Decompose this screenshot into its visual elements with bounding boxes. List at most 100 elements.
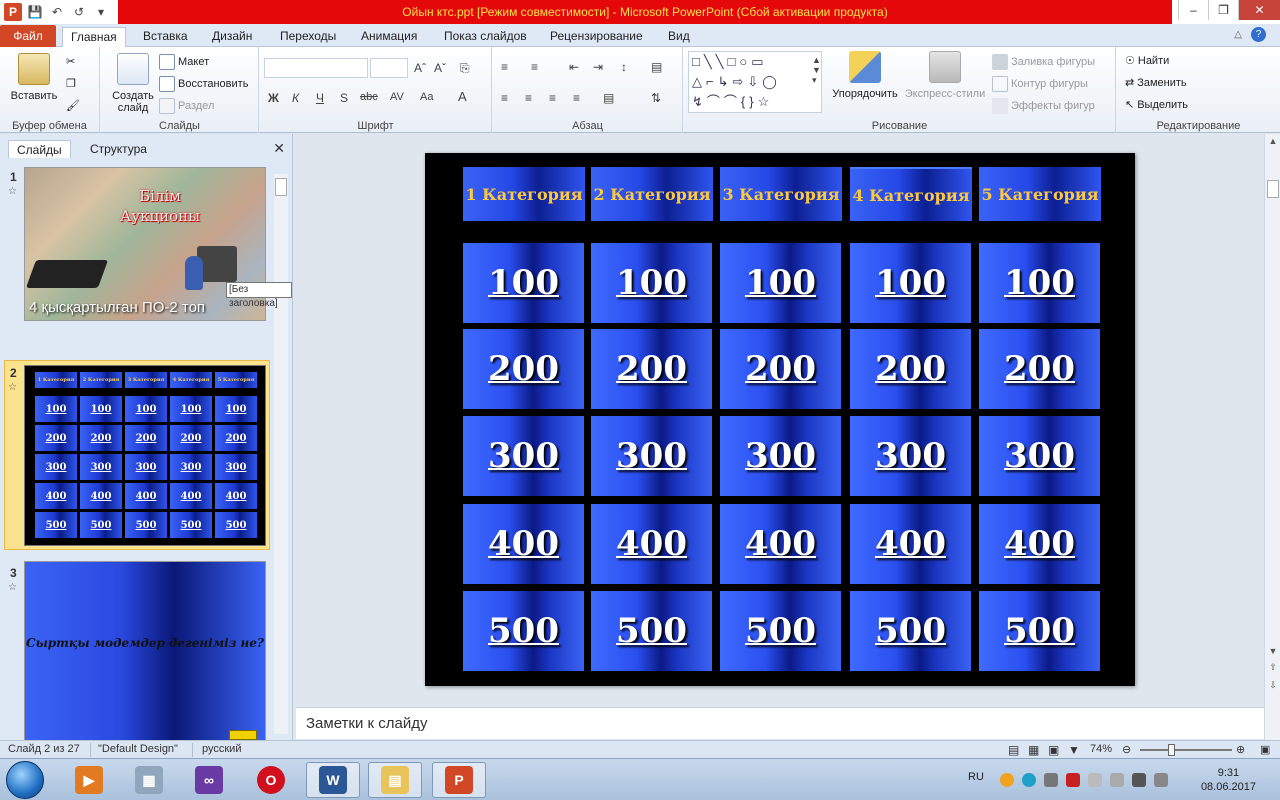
fit-to-window-icon[interactable]: ▣ bbox=[1260, 743, 1270, 756]
next-slide-icon[interactable]: ⇩ bbox=[1267, 680, 1279, 691]
bullets-icon[interactable]: ≡ bbox=[501, 60, 508, 74]
collapse-ribbon-icon[interactable]: △ bbox=[1234, 29, 1242, 40]
scrollbar-thumb[interactable] bbox=[275, 178, 287, 196]
change-case-icon[interactable]: Aa bbox=[420, 91, 433, 103]
question-cell[interactable]: 100 bbox=[850, 243, 971, 323]
tab-outline[interactable]: Структура bbox=[82, 140, 155, 158]
slide[interactable]: 1 Категория 2 Категория 3 Категория 4 Катег… bbox=[425, 153, 1135, 686]
taskbar-media-player[interactable]: ▶ bbox=[62, 762, 116, 798]
question-cell[interactable]: 500 bbox=[591, 591, 712, 671]
numbering-icon[interactable]: ≡ bbox=[531, 60, 538, 74]
tab-file[interactable]: Файл bbox=[0, 25, 56, 47]
align-left-icon[interactable]: ≡ bbox=[501, 91, 508, 105]
redo-icon[interactable]: ↺ bbox=[70, 3, 88, 21]
format-painter-icon[interactable]: 🖌 bbox=[66, 99, 80, 112]
tab-design[interactable]: Дизайн bbox=[212, 27, 252, 47]
close-button[interactable]: ✕ bbox=[1238, 0, 1280, 20]
replace-button[interactable]: ⇄ Заменить bbox=[1125, 76, 1187, 90]
thumbnails-scrollbar[interactable] bbox=[274, 174, 288, 734]
zoom-in-icon[interactable]: ⊕ bbox=[1236, 743, 1245, 756]
tab-transitions[interactable]: Переходы bbox=[280, 27, 336, 47]
taskbar-visual-studio[interactable]: ∞ bbox=[182, 762, 236, 798]
question-cell[interactable]: 500 bbox=[463, 591, 584, 671]
question-cell[interactable]: 300 bbox=[979, 416, 1100, 496]
copy-icon[interactable]: ❐ bbox=[66, 77, 76, 90]
tab-view[interactable]: Вид bbox=[668, 27, 690, 47]
taskbar-powerpoint[interactable]: P bbox=[432, 762, 486, 798]
question-cell[interactable]: 100 bbox=[591, 243, 712, 323]
slide-thumbnail-3[interactable]: Сыртқы модемдер дегеніміз не? bbox=[24, 561, 266, 741]
category-header[interactable]: 5 Категория bbox=[979, 167, 1101, 221]
question-cell[interactable]: 200 bbox=[720, 329, 841, 409]
close-panel-icon[interactable]: ✕ bbox=[273, 140, 285, 157]
zoom-out-icon[interactable]: ⊖ bbox=[1122, 743, 1131, 756]
question-cell[interactable]: 300 bbox=[463, 416, 584, 496]
input-language[interactable]: RU bbox=[968, 771, 984, 783]
theme-name[interactable]: "Default Design" bbox=[98, 743, 178, 755]
question-cell[interactable]: 200 bbox=[591, 329, 712, 409]
undo-icon[interactable]: ↶ bbox=[48, 3, 66, 21]
tray-antivirus-icon[interactable] bbox=[1044, 773, 1058, 787]
select-button[interactable]: ↖ Выделить bbox=[1125, 98, 1188, 112]
shape-outline-button[interactable]: Контур фигуры bbox=[992, 76, 1088, 92]
increase-indent-icon[interactable]: ⇥ bbox=[593, 60, 603, 74]
taskbar-explorer[interactable]: ▤ bbox=[368, 762, 422, 798]
char-spacing-icon[interactable]: AV bbox=[390, 91, 404, 103]
underline-icon[interactable]: Ч bbox=[316, 91, 324, 105]
slideshow-icon[interactable]: ▼ bbox=[1068, 743, 1080, 757]
layout-button[interactable]: Макет bbox=[159, 54, 209, 70]
quick-styles-button[interactable]: Экспресс-стили bbox=[904, 51, 986, 100]
tab-slideshow[interactable]: Показ слайдов bbox=[444, 27, 527, 47]
taskbar-opera[interactable]: O bbox=[244, 762, 298, 798]
font-size-field[interactable] bbox=[370, 58, 408, 78]
question-cell[interactable]: 500 bbox=[720, 591, 841, 671]
zoom-slider-knob[interactable] bbox=[1168, 744, 1175, 756]
question-cell[interactable]: 200 bbox=[463, 329, 584, 409]
decrease-indent-icon[interactable]: ⇤ bbox=[569, 60, 579, 74]
scrollbar-thumb[interactable] bbox=[1267, 180, 1279, 198]
category-header[interactable]: 1 Категория bbox=[463, 167, 585, 221]
columns-icon[interactable]: ▤ bbox=[651, 60, 662, 74]
notes-pane[interactable]: Заметки к слайду bbox=[296, 707, 1264, 739]
question-cell[interactable]: 100 bbox=[979, 243, 1100, 323]
paste-button[interactable]: Вставить bbox=[8, 53, 60, 102]
tray-flag-icon[interactable] bbox=[1110, 773, 1124, 787]
language-indicator[interactable]: русский bbox=[202, 743, 241, 755]
canvas-scrollbar[interactable]: ▲ ▼ ⇧ ⇩ bbox=[1264, 134, 1280, 740]
question-cell[interactable]: 100 bbox=[463, 243, 584, 323]
tab-slides[interactable]: Слайды bbox=[8, 140, 71, 158]
category-header[interactable]: 2 Категория bbox=[591, 167, 713, 221]
line-spacing-icon[interactable]: ↕ bbox=[621, 60, 627, 74]
clear-format-icon[interactable]: ⎘ bbox=[460, 61, 470, 76]
clock[interactable]: 9:31 08.06.2017 bbox=[1201, 766, 1256, 794]
scroll-up-icon[interactable]: ▲ bbox=[1267, 136, 1279, 146]
question-cell[interactable]: 500 bbox=[979, 591, 1100, 671]
question-cell[interactable]: 500 bbox=[850, 591, 971, 671]
shape-fill-button[interactable]: Заливка фигуры bbox=[992, 54, 1095, 70]
category-header[interactable]: 4 Категория bbox=[850, 167, 972, 221]
shrink-font-icon[interactable]: Aˇ bbox=[434, 61, 446, 75]
tab-animations[interactable]: Анимация bbox=[361, 27, 417, 47]
grow-font-icon[interactable]: Aˆ bbox=[414, 61, 426, 75]
cut-icon[interactable]: ✂ bbox=[66, 55, 75, 68]
align-center-icon[interactable]: ≡ bbox=[525, 91, 532, 105]
font-color-icon[interactable]: A bbox=[458, 89, 467, 104]
question-cell[interactable]: 200 bbox=[979, 329, 1100, 409]
question-cell[interactable]: 300 bbox=[720, 416, 841, 496]
arrange-button[interactable]: Упорядочить bbox=[828, 51, 902, 100]
find-button[interactable]: ☉ Найти bbox=[1125, 54, 1169, 68]
tab-review[interactable]: Рецензирование bbox=[550, 27, 643, 47]
powerpoint-app-icon[interactable]: P bbox=[4, 3, 22, 21]
gallery-scroll-icon[interactable]: ▲ ▼ ▾ bbox=[812, 55, 821, 86]
question-cell[interactable]: 400 bbox=[591, 504, 712, 584]
tray-browser-icon[interactable] bbox=[1022, 773, 1036, 787]
question-cell[interactable]: 400 bbox=[979, 504, 1100, 584]
tray-network-icon[interactable] bbox=[1132, 773, 1146, 787]
question-cell[interactable]: 300 bbox=[591, 416, 712, 496]
zoom-level[interactable]: 74% bbox=[1090, 743, 1112, 755]
restore-button[interactable]: ❐ bbox=[1208, 0, 1238, 20]
tray-app-icon[interactable] bbox=[1000, 773, 1014, 787]
tray-monitor-icon[interactable] bbox=[1088, 773, 1102, 787]
align-right-icon[interactable]: ≡ bbox=[549, 91, 556, 105]
question-cell[interactable]: 400 bbox=[463, 504, 584, 584]
